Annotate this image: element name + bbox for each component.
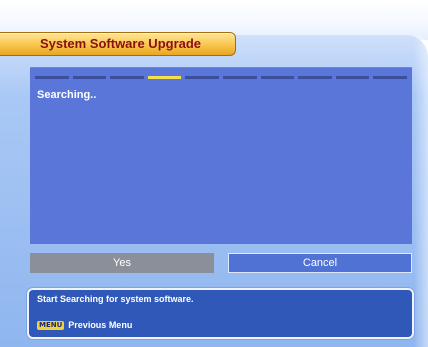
cancel-button[interactable]: Cancel [228,253,412,273]
panel-edge-highlight [414,35,428,347]
progress-segment-active [147,76,182,79]
progress-segment [373,76,407,79]
menu-key-icon: MENU [37,320,65,330]
help-menu-hint: MENU Previous Menu [37,320,132,330]
help-description: Start Searching for system software. [37,294,194,304]
progress-segment [298,76,332,79]
status-message: Searching.. [37,89,97,101]
page-title: System Software Upgrade [39,36,202,51]
menu-hint-label: Previous Menu [68,320,133,330]
status-area: Searching.. [30,67,412,244]
progress-segment [335,76,370,79]
progress-segment [185,76,219,79]
search-progress-bar [35,76,407,79]
progress-segment [35,76,69,79]
help-panel: Start Searching for system software. MEN… [27,288,414,339]
progress-segment [260,76,295,79]
progress-segment [72,76,107,79]
progress-segment [222,76,257,79]
yes-button[interactable]: Yes [30,253,214,273]
progress-segment [110,76,144,79]
